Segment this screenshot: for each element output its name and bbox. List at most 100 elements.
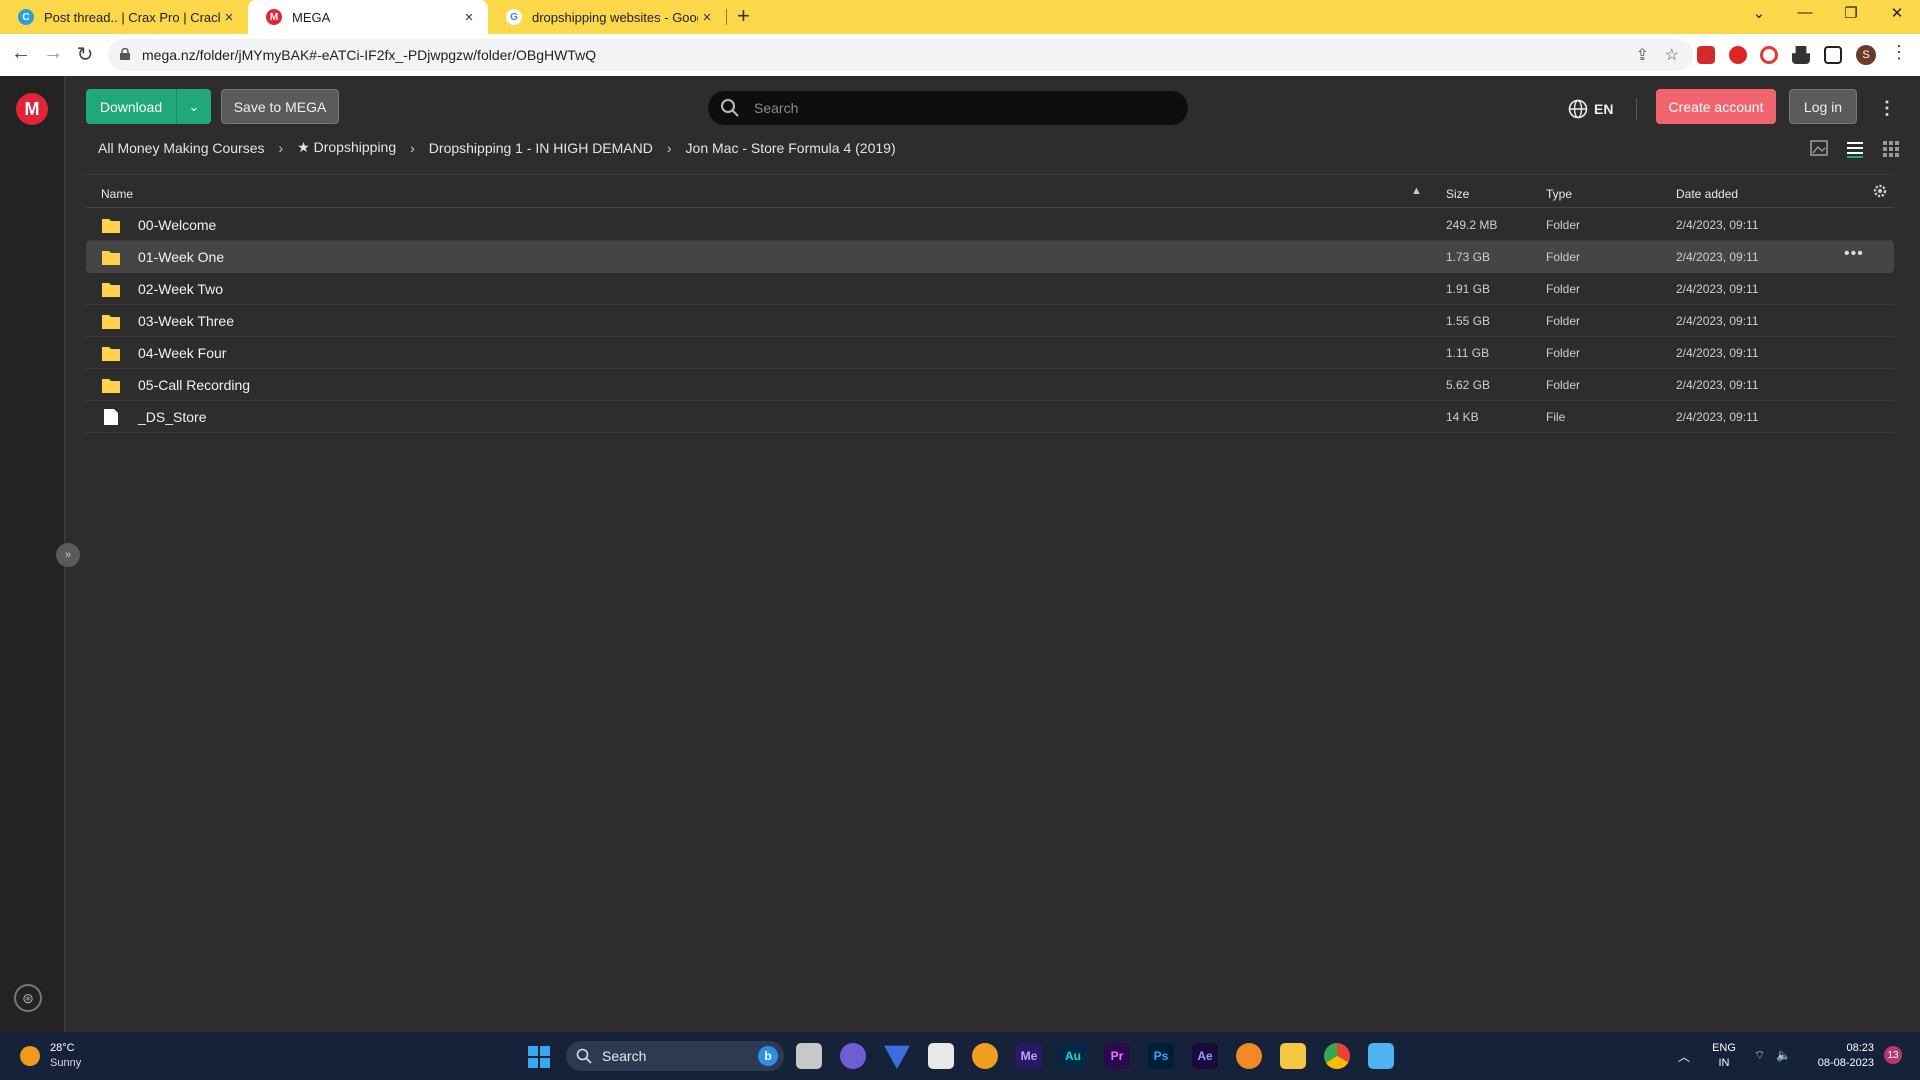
language-selector[interactable]: EN bbox=[1568, 99, 1613, 119]
lang-top: ENG bbox=[1712, 1042, 1736, 1054]
side-panel-icon[interactable] bbox=[1824, 46, 1842, 64]
browser-tab-strip: C Post thread.. | Crax Pro | Cracking × … bbox=[0, 0, 1920, 34]
taskbar-search-label: Search bbox=[602, 1048, 647, 1064]
task-view-icon[interactable] bbox=[796, 1043, 822, 1069]
close-tab-icon[interactable]: × bbox=[460, 9, 478, 26]
new-tab-button[interactable]: + bbox=[737, 3, 750, 29]
volume-icon[interactable]: 🔈 bbox=[1776, 1048, 1791, 1062]
column-size[interactable]: Size bbox=[1446, 187, 1469, 201]
sort-ascending-icon[interactable]: ▲ bbox=[1411, 185, 1422, 197]
app-icon[interactable] bbox=[972, 1043, 998, 1069]
file-explorer-icon[interactable] bbox=[1280, 1043, 1306, 1069]
weather-temperature[interactable]: 28°C bbox=[50, 1042, 75, 1054]
breadcrumb-item[interactable]: ★ Dropshipping bbox=[297, 139, 396, 156]
forward-icon[interactable]: → bbox=[40, 42, 66, 65]
tab-mega[interactable]: M MEGA × bbox=[248, 0, 488, 34]
close-tab-icon[interactable]: × bbox=[698, 9, 716, 26]
file-size: 249.2 MB bbox=[1446, 218, 1498, 232]
search-input[interactable] bbox=[754, 97, 1154, 119]
chevron-down-icon[interactable]: ⌄ bbox=[176, 89, 211, 124]
file-type: Folder bbox=[1546, 218, 1581, 232]
windows-start-icon[interactable] bbox=[528, 1046, 550, 1068]
save-to-mega-button[interactable]: Save to MEGA bbox=[221, 89, 339, 124]
search-icon bbox=[721, 99, 739, 117]
input-language[interactable]: ENG IN bbox=[1706, 1041, 1742, 1071]
download-label: Download bbox=[99, 98, 163, 115]
photoshop-icon[interactable]: Ps bbox=[1148, 1043, 1174, 1069]
address-bar[interactable]: mega.nz/folder/jMYmyBAK#-eATCi-IF2fx_-PD… bbox=[108, 39, 1693, 71]
file-date: 2/4/2023, 09:11 bbox=[1676, 250, 1759, 264]
shield-browser-icon[interactable] bbox=[1236, 1043, 1262, 1069]
download-button[interactable]: Download ⌄ bbox=[86, 89, 211, 124]
opera-adblock-icon[interactable] bbox=[1729, 46, 1747, 64]
notepad-icon[interactable] bbox=[1368, 1043, 1394, 1069]
minimize-icon[interactable]: — bbox=[1790, 4, 1820, 21]
breadcrumb-item[interactable]: Dropshipping 1 - IN HIGH DEMAND bbox=[429, 140, 653, 156]
gear-icon[interactable] bbox=[1872, 183, 1888, 199]
table-row[interactable]: 00-Welcome 249.2 MB Folder 2/4/2023, 09:… bbox=[86, 209, 1894, 241]
tab-crax-pro[interactable]: C Post thread.. | Crax Pro | Cracking × bbox=[0, 0, 248, 34]
more-options-icon[interactable]: ••• bbox=[1844, 245, 1864, 263]
restore-icon[interactable]: ❐ bbox=[1836, 4, 1866, 22]
file-list-header: Name ▲ Size Type Date added bbox=[86, 174, 1894, 208]
column-type[interactable]: Type bbox=[1546, 187, 1572, 201]
file-date: 2/4/2023, 09:11 bbox=[1676, 282, 1759, 296]
back-icon[interactable]: ← bbox=[8, 42, 34, 65]
weather-condition[interactable]: Sunny bbox=[50, 1057, 81, 1069]
sun-icon[interactable] bbox=[20, 1046, 40, 1066]
chrome-icon[interactable] bbox=[1324, 1043, 1350, 1069]
tab-title: MEGA bbox=[292, 9, 331, 25]
tab-google[interactable]: G dropshipping websites - Google × bbox=[488, 0, 726, 34]
table-row[interactable]: _DS_Store 14 KB File 2/4/2023, 09:11 bbox=[86, 401, 1894, 433]
after-effects-icon[interactable]: Ae bbox=[1192, 1043, 1218, 1069]
reload-icon[interactable]: ↻ bbox=[72, 42, 98, 67]
list-view-icon[interactable] bbox=[1844, 138, 1866, 158]
table-row[interactable]: 05-Call Recording 5.62 GB Folder 2/4/202… bbox=[86, 369, 1894, 401]
system-clock[interactable]: 08:23 08-08-2023 bbox=[1802, 1041, 1874, 1071]
lock-icon[interactable] bbox=[120, 48, 130, 60]
taskbar-search[interactable]: Search b bbox=[566, 1041, 784, 1071]
more-menu-icon[interactable]: ⋮ bbox=[1878, 98, 1896, 119]
expand-panel-icon[interactable]: » bbox=[56, 543, 80, 567]
rewind-icon[interactable]: ⊛ bbox=[14, 984, 42, 1012]
column-date-added[interactable]: Date added bbox=[1676, 187, 1738, 201]
bookmark-star-icon[interactable]: ☆ bbox=[1665, 45, 1679, 65]
bing-icon[interactable]: b bbox=[758, 1046, 778, 1066]
microsoft-store-icon[interactable] bbox=[928, 1043, 954, 1069]
table-row[interactable]: 04-Week Four 1.11 GB Folder 2/4/2023, 09… bbox=[86, 337, 1894, 369]
tab-search-icon[interactable]: ⌄ bbox=[1744, 4, 1774, 22]
column-name[interactable]: Name bbox=[101, 187, 133, 201]
premiere-pro-icon[interactable]: Pr bbox=[1104, 1043, 1130, 1069]
puzzle-extensions-icon[interactable] bbox=[1792, 46, 1810, 64]
chevron-up-icon[interactable]: ︿ bbox=[1678, 1048, 1690, 1065]
audition-icon[interactable]: Au bbox=[1060, 1043, 1086, 1069]
login-button[interactable]: Log in bbox=[1789, 89, 1857, 124]
chrome-menu-icon[interactable]: ⋮ bbox=[1886, 42, 1912, 63]
thumbnail-view-icon[interactable] bbox=[1808, 138, 1830, 158]
extension-icon[interactable] bbox=[1697, 46, 1715, 64]
file-size: 1.73 GB bbox=[1446, 250, 1491, 264]
breadcrumb-item[interactable]: All Money Making Courses bbox=[98, 140, 265, 156]
file-type: Folder bbox=[1546, 314, 1581, 328]
wifi-icon[interactable]: ⌔ bbox=[1754, 1048, 1765, 1063]
table-row[interactable]: 03-Week Three 1.55 GB Folder 2/4/2023, 0… bbox=[86, 305, 1894, 337]
close-window-icon[interactable]: ✕ bbox=[1882, 4, 1912, 22]
globe-icon bbox=[1568, 99, 1588, 119]
browser-toolbar: ← → ↻ mega.nz/folder/jMYmyBAK#-eATCi-IF2… bbox=[0, 34, 1920, 76]
table-row[interactable]: 02-Week Two 1.91 GB Folder 2/4/2023, 09:… bbox=[86, 273, 1894, 305]
share-icon[interactable]: ⇪ bbox=[1636, 45, 1649, 65]
grid-view-icon[interactable] bbox=[1880, 138, 1902, 158]
breadcrumb: All Money Making Courses › ★ Dropshippin… bbox=[98, 139, 896, 156]
tab-title: Post thread.. | Crax Pro | Cracking bbox=[44, 9, 220, 25]
video-extension-icon[interactable] bbox=[1760, 46, 1778, 64]
mega-logo[interactable]: M bbox=[16, 93, 48, 125]
close-tab-icon[interactable]: × bbox=[220, 9, 238, 26]
notification-badge[interactable]: 13 bbox=[1884, 1046, 1902, 1064]
create-account-button[interactable]: Create account bbox=[1656, 89, 1776, 124]
media-encoder-icon[interactable]: Me bbox=[1016, 1043, 1042, 1069]
chevron-right-icon: › bbox=[666, 139, 672, 156]
profile-avatar[interactable]: S bbox=[1856, 45, 1876, 65]
teams-chat-icon[interactable] bbox=[840, 1043, 866, 1069]
vpn-app-icon[interactable] bbox=[884, 1045, 910, 1069]
table-row-selected[interactable]: 01-Week One 1.73 GB Folder 2/4/2023, 09:… bbox=[86, 241, 1894, 273]
